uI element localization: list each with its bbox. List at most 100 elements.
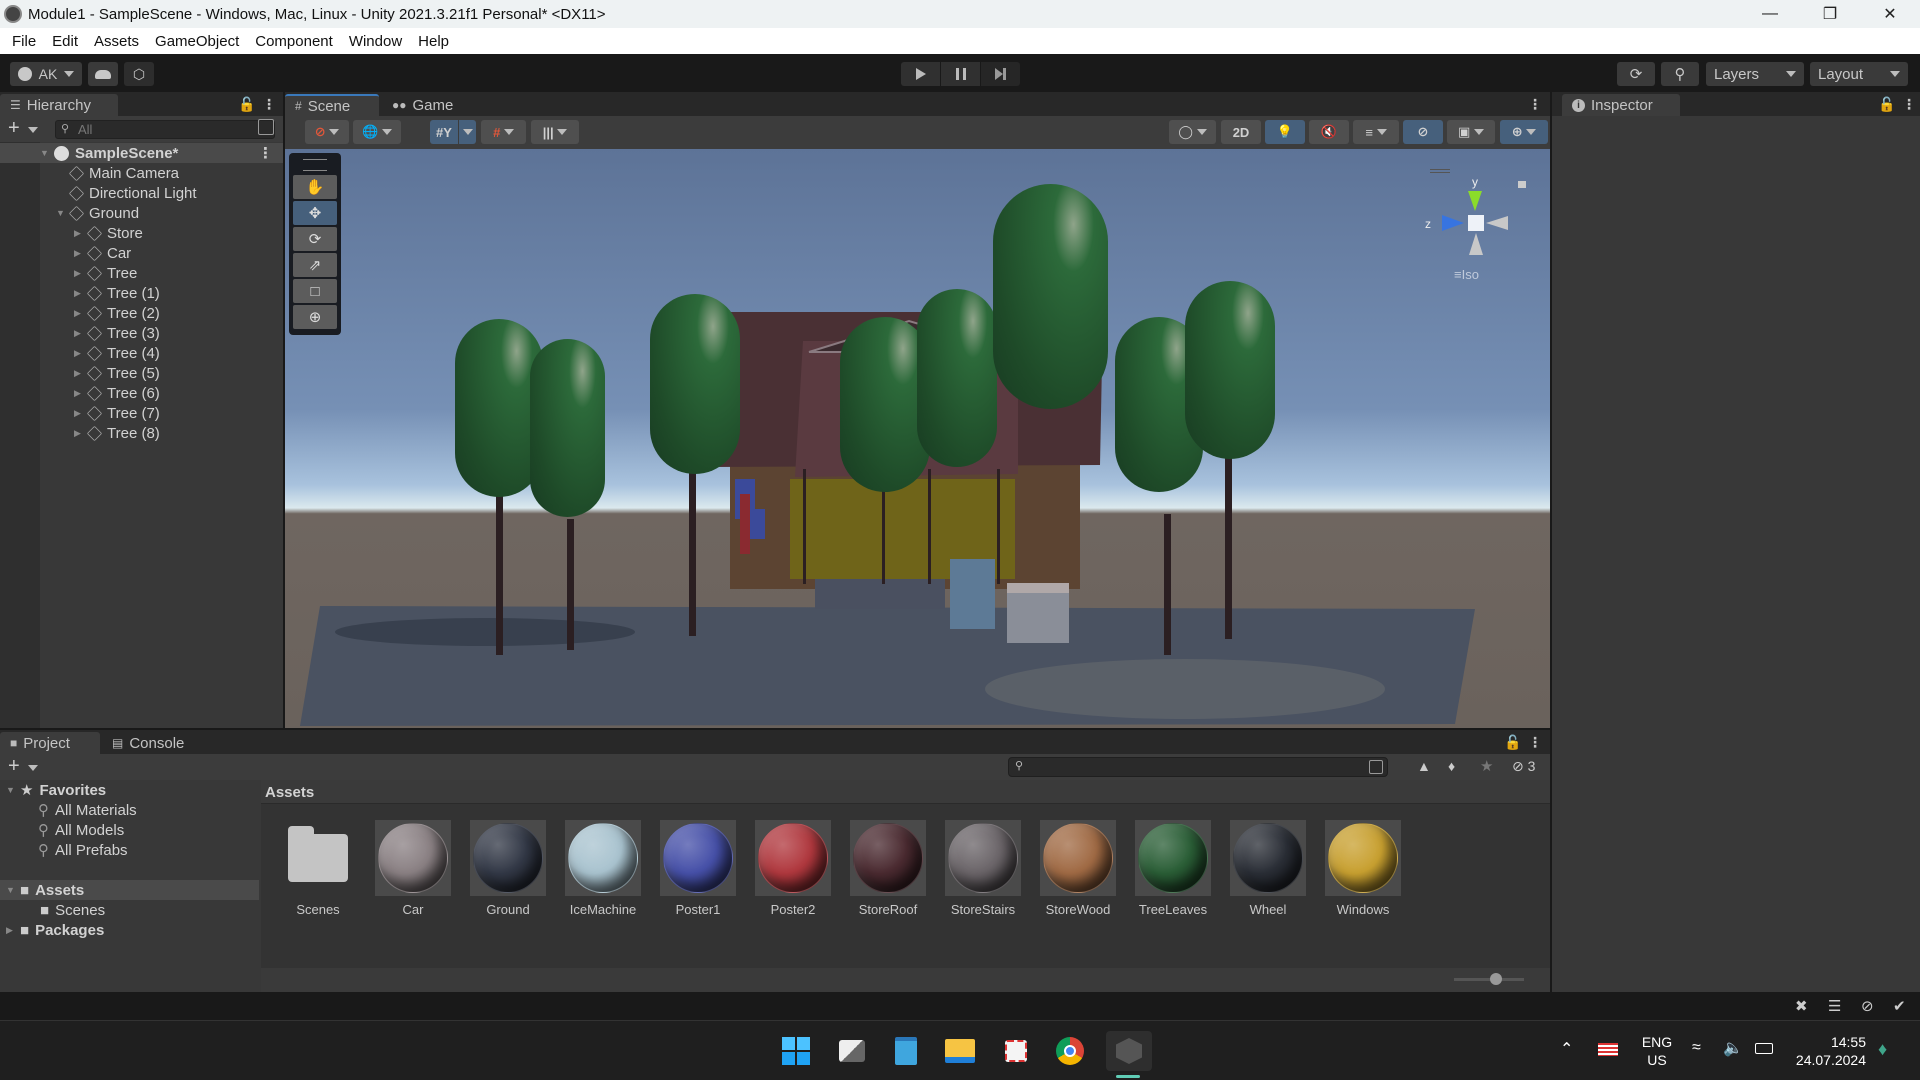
gizmo-y-axis[interactable]: [1468, 191, 1482, 211]
tree-row[interactable]: Directional Light: [40, 183, 283, 203]
expand-arrow-icon[interactable]: ▶: [74, 348, 84, 359]
language-indicator[interactable]: ENG US: [1640, 1033, 1674, 1069]
audio-toggle[interactable]: 🔇: [1309, 120, 1349, 144]
asset-item[interactable]: Ground: [463, 820, 553, 917]
tab-project[interactable]: ■ Project: [0, 732, 100, 754]
move-tool-button[interactable]: ✥: [293, 201, 337, 225]
tree-row[interactable]: ▶ Tree (4): [40, 343, 283, 363]
battery-icon[interactable]: [1755, 1043, 1773, 1054]
grid-snap-button[interactable]: #Y: [430, 120, 458, 144]
effects-dropdown[interactable]: ≡: [1353, 120, 1399, 144]
tab-game[interactable]: ●● Game: [382, 94, 462, 116]
tree-row[interactable]: ▼ Ground: [40, 203, 283, 223]
wifi-icon[interactable]: ≈: [1692, 1039, 1701, 1057]
gizmo-z-axis[interactable]: [1442, 215, 1464, 231]
tree-row-all-prefabs[interactable]: ⚲ All Prefabs: [0, 840, 259, 860]
tree-row[interactable]: ▶ Store: [40, 223, 283, 243]
add-button[interactable]: +: [8, 117, 20, 140]
clock[interactable]: 14:55 24.07.2024: [1790, 1033, 1866, 1069]
tree-row-packages[interactable]: ▶ ■ Packages: [0, 920, 259, 940]
search-mode-icon[interactable]: [1369, 760, 1383, 774]
hand-tool-button[interactable]: ✋: [293, 175, 337, 199]
icon-size-slider[interactable]: [1454, 973, 1524, 985]
asset-item[interactable]: StoreRoof: [843, 820, 933, 917]
search-mode-icon[interactable]: [258, 119, 274, 135]
hierarchy-search-input[interactable]: ⚲ All: [55, 120, 275, 139]
snipping-tool-app[interactable]: [996, 1031, 1036, 1071]
tree-row[interactable]: ▶ Car: [40, 243, 283, 263]
debug-mode-icon[interactable]: ✖: [1795, 997, 1808, 1015]
tree-row-scenes[interactable]: ■ Scenes: [0, 900, 259, 920]
notification-bell-icon[interactable]: ♦: [1878, 1039, 1887, 1060]
menu-gameobject[interactable]: GameObject: [147, 33, 247, 50]
gizmo-neg-x-axis[interactable]: [1486, 216, 1508, 230]
asset-item[interactable]: Poster1: [653, 820, 743, 917]
more-options-icon[interactable]: ⋮: [1528, 734, 1542, 751]
minimize-button[interactable]: —: [1740, 0, 1800, 28]
expand-arrow-icon[interactable]: ▶: [6, 925, 16, 936]
tree-row-all-materials[interactable]: ⚲ All Materials: [0, 800, 259, 820]
favorites-star-icon[interactable]: ★: [1480, 757, 1493, 775]
more-options-icon[interactable]: ⋮: [258, 144, 273, 162]
file-explorer-app[interactable]: [940, 1031, 980, 1071]
gizmo-neg-y-axis[interactable]: [1469, 233, 1483, 255]
tree-row[interactable]: ▶ Tree (5): [40, 363, 283, 383]
pause-button[interactable]: [941, 62, 980, 86]
layout-dropdown[interactable]: Layout: [1810, 62, 1908, 86]
projection-label[interactable]: ≡Iso: [1454, 267, 1479, 282]
asset-item[interactable]: Poster2: [748, 820, 838, 917]
menu-assets[interactable]: Assets: [86, 33, 147, 50]
task-view-button[interactable]: [832, 1031, 872, 1071]
collab-button[interactable]: ⬡: [124, 62, 154, 86]
menu-window[interactable]: Window: [341, 33, 410, 50]
tab-inspector[interactable]: i Inspector: [1562, 94, 1680, 116]
expand-arrow-icon[interactable]: ▶: [74, 388, 84, 399]
grid-snap-dropdown[interactable]: [459, 120, 476, 144]
draw-mode-dropdown[interactable]: ◯: [1169, 120, 1216, 144]
expand-arrow-icon[interactable]: ▶: [74, 288, 84, 299]
expand-arrow-icon[interactable]: ▶: [74, 368, 84, 379]
expand-arrow-icon[interactable]: ▼: [56, 208, 66, 218]
auto-generate-lighting-icon[interactable]: ⊘: [1861, 997, 1874, 1015]
chevron-down-icon[interactable]: [28, 127, 38, 133]
gizmo-center[interactable]: [1468, 215, 1484, 231]
menu-help[interactable]: Help: [410, 33, 457, 50]
lock-icon[interactable]: 🔓: [1878, 96, 1895, 113]
menu-edit[interactable]: Edit: [44, 33, 86, 50]
more-options-icon[interactable]: ⋮: [1902, 96, 1916, 113]
start-button[interactable]: [776, 1031, 816, 1071]
hidden-packages-toggle[interactable]: ⊘ 3: [1512, 758, 1535, 775]
asset-item[interactable]: Windows: [1318, 820, 1408, 917]
tree-row[interactable]: Main Camera: [40, 163, 283, 183]
tree-row[interactable]: ▶ Tree (1): [40, 283, 283, 303]
more-options-icon[interactable]: ⋮: [1528, 96, 1542, 113]
tree-row-favorites[interactable]: ▼ ★ Favorites: [0, 780, 259, 800]
tree-row[interactable]: ▶ Tree (6): [40, 383, 283, 403]
snap-increment-dropdown[interactable]: #: [481, 120, 526, 144]
asset-item[interactable]: Scenes: [273, 820, 363, 917]
slider-thumb[interactable]: [1490, 973, 1502, 985]
lock-icon[interactable]: 🔓: [1504, 734, 1521, 751]
cloud-button[interactable]: [88, 62, 118, 86]
lighting-toggle[interactable]: 💡: [1265, 120, 1305, 144]
toggle-2d-button[interactable]: 2D: [1221, 120, 1261, 144]
rotate-tool-button[interactable]: ⟳: [293, 227, 337, 251]
more-options-icon[interactable]: ⋮: [262, 96, 276, 113]
layers-dropdown[interactable]: Layers: [1706, 62, 1804, 86]
cache-server-icon[interactable]: ☰: [1828, 997, 1841, 1015]
gizmo-handle[interactable]: [1430, 169, 1450, 173]
expand-arrow-icon[interactable]: ▶: [74, 268, 84, 279]
palette-handle[interactable]: [303, 159, 327, 171]
tree-row[interactable]: ▶ Tree: [40, 263, 283, 283]
notepad-app[interactable]: [886, 1031, 926, 1071]
account-dropdown[interactable]: AK: [10, 62, 82, 86]
assets-breadcrumb[interactable]: Assets: [261, 780, 1550, 804]
gizmo-lock-icon[interactable]: [1518, 181, 1526, 188]
step-button[interactable]: [981, 62, 1020, 86]
chevron-down-icon[interactable]: [28, 765, 38, 771]
hidden-objects-toggle[interactable]: ⊘: [1403, 120, 1443, 144]
progress-ok-icon[interactable]: ✔: [1893, 997, 1906, 1015]
project-search-input[interactable]: ⚲: [1008, 757, 1388, 777]
tree-row-assets[interactable]: ▼ ■ Assets: [0, 880, 259, 900]
expand-arrow-icon[interactable]: ▶: [74, 228, 84, 239]
